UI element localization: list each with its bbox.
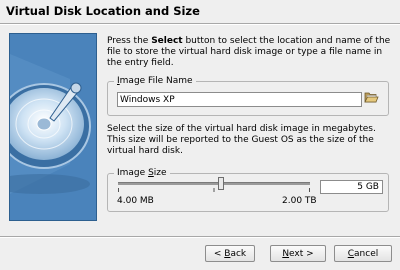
image-size-legend: Image Size — [114, 168, 170, 178]
back-arrow: < — [213, 248, 225, 259]
cancel-button[interactable]: Cancel — [334, 245, 392, 262]
legend-text: mage File Name — [119, 76, 193, 86]
legend-text-end: ize — [153, 168, 167, 178]
dialog-title: Virtual Disk Location and Size — [6, 4, 200, 18]
legend-text-start: Image — [117, 168, 149, 178]
size-description: Select the size of the virtual hard disk… — [107, 124, 376, 156]
next-button[interactable]: Next > — [270, 245, 326, 262]
image-file-name-input[interactable] — [117, 92, 362, 107]
size-slider-track[interactable] — [118, 182, 310, 185]
size-slider-ticks — [118, 188, 310, 192]
select-file-button[interactable] — [364, 90, 379, 105]
folder-open-icon — [364, 92, 379, 103]
image-file-name-legend: Image File Name — [114, 76, 196, 86]
size-min-label: 4.00 MB — [117, 196, 154, 206]
title-divider-highlight — [0, 24, 400, 25]
back-label: ack — [230, 248, 247, 259]
size-slider-thumb[interactable] — [217, 177, 224, 190]
instructions-select-keyword: Select — [151, 36, 183, 46]
size-value-input[interactable] — [320, 180, 383, 194]
hard-disk-icon — [10, 34, 96, 220]
size-max-label: 2.00 TB — [282, 196, 317, 206]
button-bar-divider-highlight — [0, 237, 400, 238]
next-label: ext > — [289, 248, 314, 259]
select-instructions: Press the Select button to select the lo… — [107, 36, 392, 69]
cancel-label: ancel — [354, 248, 379, 259]
hard-disk-illustration — [9, 33, 97, 221]
instructions-text-start: Press the — [107, 36, 152, 46]
back-button[interactable]: < Back — [205, 245, 255, 262]
